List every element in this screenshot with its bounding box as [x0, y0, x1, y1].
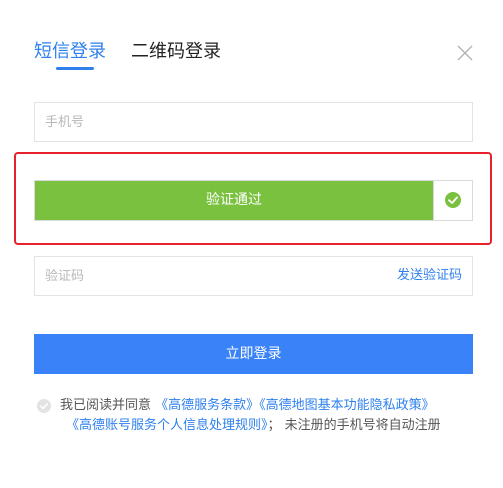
account-rules-link[interactable]: 《高德账号服务个人信息处理规则》 [66, 418, 268, 433]
active-tab-indicator [56, 67, 94, 70]
tab-qr-login[interactable]: 二维码登录 [131, 40, 221, 64]
verification-status-label: 验证通过 [35, 181, 433, 220]
privacy-policy-link[interactable]: 《高德地图基本功能隐私政策》 [259, 398, 435, 413]
agreement-prefix: 我已阅读并同意 [60, 398, 152, 413]
check-circle-icon [445, 192, 461, 208]
tab-sms-login[interactable]: 短信登录 [34, 40, 106, 64]
slider-handle[interactable] [433, 181, 472, 220]
phone-input[interactable] [45, 103, 460, 141]
verification-code-field: 发送验证码 [34, 256, 473, 296]
verification-code-input[interactable] [45, 257, 375, 295]
agreement-suffix: ； 未注册的手机号将自动注册 [267, 418, 441, 433]
terms-link[interactable]: 《高德服务条款》 [155, 398, 259, 413]
agreement-checkbox[interactable] [37, 398, 51, 413]
agreement-line-1: 我已阅读并同意 《高德服务条款》《高德地图基本功能隐私政策》 [60, 397, 435, 415]
agreement-line-2: 《高德账号服务个人信息处理规则》； 未注册的手机号将自动注册 [66, 417, 441, 435]
send-code-link[interactable]: 发送验证码 [397, 267, 462, 285]
login-button[interactable]: 立即登录 [34, 334, 473, 374]
check-circle-icon [37, 399, 51, 413]
phone-field [34, 102, 473, 142]
slider-verification: 验证通过 [34, 180, 473, 221]
close-icon[interactable] [456, 44, 474, 62]
